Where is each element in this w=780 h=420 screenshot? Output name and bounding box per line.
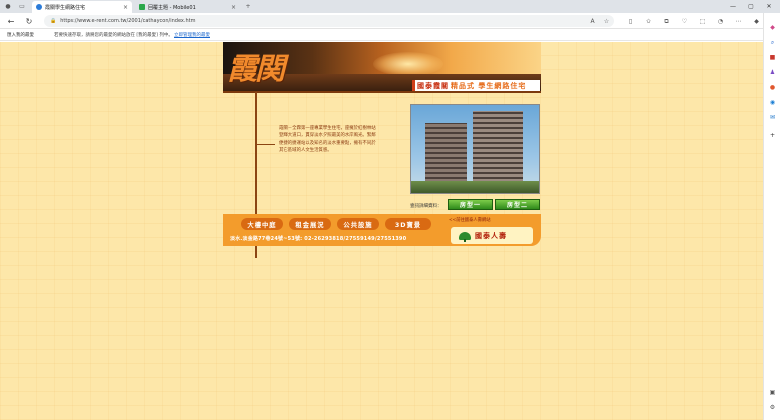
manage-favorites-link[interactable]: 立即管理我的最愛 bbox=[174, 32, 210, 38]
cathay-name: 國泰人壽 bbox=[475, 231, 507, 240]
tagline: 國泰霞關 精品式 學生網路住宅 bbox=[412, 80, 540, 91]
sidebar-office-icon[interactable]: ◉ bbox=[768, 98, 777, 107]
favorite-star-icon[interactable]: ☆ bbox=[602, 17, 611, 26]
menu-courtyard[interactable]: 大樓中庭 bbox=[241, 218, 283, 230]
cathay-website-link[interactable]: <<前往國泰人壽網站 bbox=[449, 217, 491, 223]
url-text: https://www.e-rent.com.tw/2001/cathaycon… bbox=[60, 18, 196, 24]
sidebar-outlook-icon[interactable]: ✉ bbox=[768, 113, 777, 122]
sidebar-add-icon[interactable]: + bbox=[768, 131, 777, 140]
more-menu-icon[interactable]: ⋯ bbox=[734, 17, 743, 26]
building-photo bbox=[410, 104, 540, 194]
read-aloud-icon[interactable]: A bbox=[588, 17, 597, 26]
close-tab-icon[interactable]: × bbox=[231, 4, 236, 11]
copilot-icon[interactable]: ◆ bbox=[752, 17, 761, 26]
import-favorites-button[interactable]: 匯入我的最愛 bbox=[7, 32, 34, 38]
tagline-desc: 精品式 學生網路住宅 bbox=[451, 81, 527, 90]
tab-label: 回覆主題 - Mobile01 bbox=[148, 4, 196, 11]
menu-facilities[interactable]: 公共設施 bbox=[337, 218, 379, 230]
favorites-icon[interactable]: ✩ bbox=[644, 17, 653, 26]
tab-mobile01[interactable]: 回覆主題 - Mobile01 × bbox=[135, 1, 240, 13]
collections-icon[interactable]: ⧉ bbox=[662, 17, 671, 26]
header-rule bbox=[223, 91, 541, 93]
tab-active[interactable]: 霞關學生網路住宅 × bbox=[32, 1, 132, 13]
new-tab-icon[interactable]: + bbox=[244, 2, 252, 10]
sidebar-layout-icon[interactable]: ▣ bbox=[768, 388, 777, 397]
menu-3d-view[interactable]: 3D寶景 bbox=[385, 218, 431, 230]
sidebar-search-icon[interactable]: ⌕ bbox=[768, 38, 777, 47]
footer-bar: 大樓中庭 租金展況 公共設施 3D寶景 淡水.淡金路77巷24號~53號: 02… bbox=[223, 214, 541, 246]
address-bar-row: ← ↻ 🔒 https://www.e-rent.com.tw/2001/cat… bbox=[0, 13, 780, 29]
tree-logo-icon bbox=[459, 231, 471, 242]
building-right bbox=[473, 111, 523, 189]
close-window-icon[interactable]: ✕ bbox=[760, 0, 778, 13]
profile-icon[interactable]: ● bbox=[4, 2, 12, 10]
sunset-glow bbox=[373, 52, 443, 76]
vertical-rule-bottom bbox=[255, 246, 257, 258]
mobile01-icon bbox=[139, 4, 145, 10]
tagline-brand: 國泰霞關 bbox=[417, 81, 449, 90]
site-logo: 霞関 bbox=[227, 52, 285, 87]
profile-circle-icon[interactable]: ◔ bbox=[716, 17, 725, 26]
favorites-message: 若要快速存取，請將您的最愛的網站放在 [我的最愛] 列中。 bbox=[54, 33, 173, 38]
heart-icon[interactable]: ♡ bbox=[680, 17, 689, 26]
cathay-logo[interactable]: 國泰人壽 bbox=[451, 227, 533, 244]
tab-strip: ● ▭ 霞關學生網路住宅 × 回覆主題 - Mobile01 × + — ▢ ✕ bbox=[0, 0, 780, 13]
sidebar-settings-icon[interactable]: ⚙ bbox=[768, 403, 777, 412]
sidebar-games-icon[interactable]: ● bbox=[768, 83, 777, 92]
intro-text: 霞關－全霖第一座專業學生住宅，座擁於紅樹林站 登輝大道口，貫穿淡水夕照最美的水岸… bbox=[279, 126, 376, 154]
vertical-rule-tick bbox=[255, 144, 275, 145]
lock-icon: 🔒 bbox=[50, 18, 57, 24]
building-left bbox=[425, 123, 467, 189]
detail-label: 壹訊詳細資料： bbox=[410, 204, 442, 209]
edge-sidebar: ◆ ⌕ ■ ♟ ● ◉ ✉ + ▣ ⚙ bbox=[763, 13, 780, 420]
maximize-icon[interactable]: ▢ bbox=[742, 0, 760, 13]
tab-actions-icon[interactable]: ▭ bbox=[18, 2, 26, 10]
sidebar-tools-icon[interactable]: ♟ bbox=[768, 68, 777, 77]
close-tab-icon[interactable]: × bbox=[123, 4, 128, 11]
back-icon[interactable]: ← bbox=[6, 16, 16, 26]
menu-rent[interactable]: 租金展況 bbox=[289, 218, 331, 230]
split-screen-icon[interactable]: ▯ bbox=[626, 17, 635, 26]
trees bbox=[411, 181, 539, 193]
tab-label: 霞關學生網路住宅 bbox=[45, 4, 86, 11]
refresh-icon[interactable]: ↻ bbox=[24, 16, 34, 26]
url-field[interactable]: 🔒 https://www.e-rent.com.tw/2001/cathayc… bbox=[44, 15, 614, 27]
contact-info: 淡水.淡金路77巷24號~53號: 02-26293818/27559149/2… bbox=[230, 236, 407, 242]
globe-icon bbox=[36, 4, 42, 10]
room-type-1-button[interactable]: 房型一 bbox=[448, 199, 493, 210]
page-viewport: 霞関 國泰霞關 精品式 學生網路住宅 霞關－全霖第一座專業學生住宅，座擁於紅樹林… bbox=[0, 42, 763, 420]
room-type-2-button[interactable]: 房型二 bbox=[495, 199, 540, 210]
sidebar-bing-icon[interactable]: ◆ bbox=[768, 23, 777, 32]
minimize-icon[interactable]: — bbox=[724, 0, 742, 13]
favorites-bar: 匯入我的最愛 若要快速存取，請將您的最愛的網站放在 [我的最愛] 列中。 立即管… bbox=[0, 29, 780, 41]
extensions-icon[interactable]: ⬚ bbox=[698, 17, 707, 26]
sidebar-shopping-icon[interactable]: ■ bbox=[768, 53, 777, 62]
